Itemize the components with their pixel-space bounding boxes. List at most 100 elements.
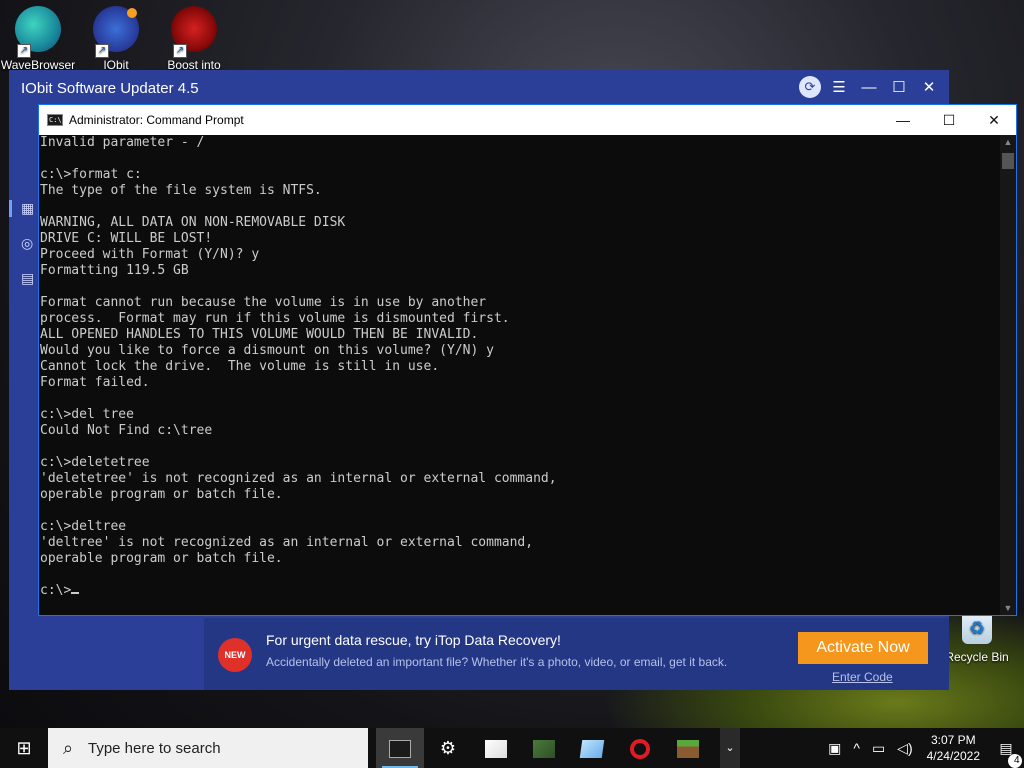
- desktop-icon-recycle-bin[interactable]: ♻ Recycle Bin: [944, 612, 1010, 664]
- iobit-icon: ↗: [93, 6, 139, 58]
- taskbar-app-photos[interactable]: [472, 728, 520, 768]
- taskbar-app-minecraft[interactable]: [520, 728, 568, 768]
- minimize-icon[interactable]: —: [857, 79, 881, 96]
- taskbar-app-opera[interactable]: [616, 728, 664, 768]
- grass-block-icon: [677, 740, 699, 759]
- recycle-bin-label: Recycle Bin: [945, 650, 1009, 664]
- opera-icon: [630, 739, 650, 760]
- iobit-sidebar: ▦ ◎ ▤: [9, 200, 39, 305]
- show-more-apps-icon[interactable]: ⌄: [720, 728, 740, 768]
- wavebrowser-icon: ↗: [15, 6, 61, 58]
- console-line: operable program or batch file.: [40, 551, 283, 566]
- desktop-icon-iobit[interactable]: ↗ IObit: [78, 6, 154, 72]
- desktop-icon-boost[interactable]: ↗ Boost into: [156, 6, 232, 72]
- console-line: Format failed.: [40, 375, 150, 390]
- store-icon[interactable]: ▤: [9, 270, 39, 287]
- notes-icon: [579, 740, 605, 759]
- menu-icon[interactable]: ☰: [827, 78, 851, 96]
- enter-code-link[interactable]: Enter Code: [832, 670, 893, 684]
- scroll-up-arrow-icon[interactable]: ▲: [1000, 137, 1016, 147]
- console-line: c:\>format c:: [40, 167, 142, 182]
- close-icon[interactable]: ✕: [917, 78, 941, 96]
- network-icon[interactable]: ▭: [866, 740, 891, 757]
- task-view-icon[interactable]: ▣: [822, 740, 847, 757]
- command-prompt-window: C:\ Administrator: Command Prompt — ☐ ✕ …: [38, 104, 1017, 616]
- recycle-bin-icon: ♻: [962, 612, 992, 644]
- console-line: c:\>deletetree: [40, 455, 150, 470]
- console-output[interactable]: Invalid parameter - / c:\>format c: The ty…: [39, 135, 1001, 615]
- gear-icon: ⚙: [439, 738, 457, 758]
- iobit-window-title: IObit Software Updater 4.5: [21, 80, 199, 97]
- notification-count-badge: 4: [1008, 753, 1022, 768]
- clock-time: 3:07 PM: [930, 733, 976, 747]
- vertical-scrollbar[interactable]: ▲ ▼: [1000, 135, 1016, 615]
- console-line: Would you like to force a dismount on th…: [40, 343, 494, 358]
- console-line: process. Format may run if this volume i…: [40, 311, 510, 326]
- scroll-down-arrow-icon[interactable]: ▼: [1000, 603, 1016, 613]
- iobit-window-controls: ⟳ ☰ — ☐ ✕: [799, 76, 941, 98]
- search-icon: ⌕: [62, 737, 74, 758]
- taskbar-app-settings[interactable]: ⚙: [424, 728, 472, 768]
- scrollbar-thumb[interactable]: [1002, 153, 1014, 169]
- console-line: ALL OPENED HANDLES TO THIS VOLUME WOULD …: [40, 327, 479, 342]
- command-prompt-icon: [389, 740, 411, 759]
- activate-now-button[interactable]: Activate Now: [798, 632, 928, 664]
- clock[interactable]: 3:07 PM 4/24/2022: [919, 732, 988, 764]
- taskbar-app-notes[interactable]: [568, 728, 616, 768]
- system-tray: ▣ ^ ▭ ◁) 3:07 PM 4/24/2022 ▤ 4: [822, 728, 1024, 768]
- console-line: c:\>deltree: [40, 519, 127, 534]
- start-button[interactable]: ⊞: [0, 728, 48, 768]
- desktop-icon-wavebrowser[interactable]: ↗ WaveBrowser: [0, 6, 76, 72]
- shortcut-arrow-icon: ↗: [17, 44, 31, 58]
- console-line: DRIVE C: WILL BE LOST!: [40, 231, 213, 246]
- taskbar-search[interactable]: ⌕ Type here to search: [48, 728, 368, 768]
- close-button[interactable]: ✕: [971, 105, 1017, 135]
- dashboard-icon[interactable]: ▦: [9, 200, 39, 217]
- promo-subtext: Accidentally deleted an important file? …: [266, 655, 728, 669]
- console-line: Formatting 119.5 GB: [40, 263, 189, 278]
- action-center-button[interactable]: ▤ 4: [988, 740, 1024, 768]
- taskbar: ⊞ ⌕ Type here to search ⚙ ⌄ ▣ ^ ▭ ◁) 3:0…: [0, 728, 1024, 768]
- minecraft-icon: [533, 740, 555, 759]
- promo-banner: NEW For urgent data rescue, try iTop Dat…: [204, 618, 949, 690]
- cmd-window-title: Administrator: Command Prompt: [69, 113, 244, 127]
- shortcut-arrow-icon: ↗: [173, 44, 187, 58]
- console-line: Could Not Find c:\tree: [40, 423, 213, 438]
- update-icon[interactable]: ◎: [9, 235, 39, 252]
- console-line: Cannot lock the drive. The volume is sti…: [40, 359, 440, 374]
- search-placeholder: Type here to search: [88, 739, 221, 757]
- maximize-button[interactable]: ☐: [926, 105, 972, 135]
- shortcut-arrow-icon: ↗: [95, 44, 109, 58]
- console-line: Invalid parameter - /: [40, 135, 205, 150]
- photos-icon: [485, 740, 507, 759]
- clock-date: 4/24/2022: [926, 749, 980, 763]
- refresh-icon[interactable]: ⟳: [799, 76, 821, 98]
- minimize-button[interactable]: —: [880, 105, 926, 135]
- taskbar-app-minecraft-launcher[interactable]: [664, 728, 712, 768]
- volume-icon[interactable]: ◁): [891, 740, 918, 757]
- tray-overflow-icon[interactable]: ^: [847, 740, 866, 756]
- command-prompt-icon: C:\: [47, 114, 63, 126]
- console-line: 'deltree' is not recognized as an intern…: [40, 535, 534, 550]
- taskbar-app-command-prompt[interactable]: [376, 728, 424, 768]
- console-line: The type of the file system is NTFS.: [40, 183, 322, 198]
- boost-icon: ↗: [171, 6, 217, 58]
- console-line: 'deletetree' is not recognized as an int…: [40, 471, 557, 486]
- console-line: c:\>del tree: [40, 407, 134, 422]
- text-cursor: [71, 592, 80, 594]
- console-line: operable program or batch file.: [40, 487, 283, 502]
- promo-headline: For urgent data rescue, try iTop Data Re…: [266, 632, 561, 648]
- console-line: Format cannot run because the volume is …: [40, 295, 487, 310]
- console-line: WARNING, ALL DATA ON NON-REMOVABLE DISK: [40, 215, 346, 230]
- console-line: Proceed with Format (Y/N)? y: [40, 247, 260, 262]
- maximize-icon[interactable]: ☐: [887, 78, 911, 96]
- console-line: c:\>: [40, 583, 1001, 599]
- cmd-titlebar[interactable]: C:\ Administrator: Command Prompt — ☐ ✕: [39, 105, 1016, 135]
- new-badge-icon: NEW: [218, 638, 252, 672]
